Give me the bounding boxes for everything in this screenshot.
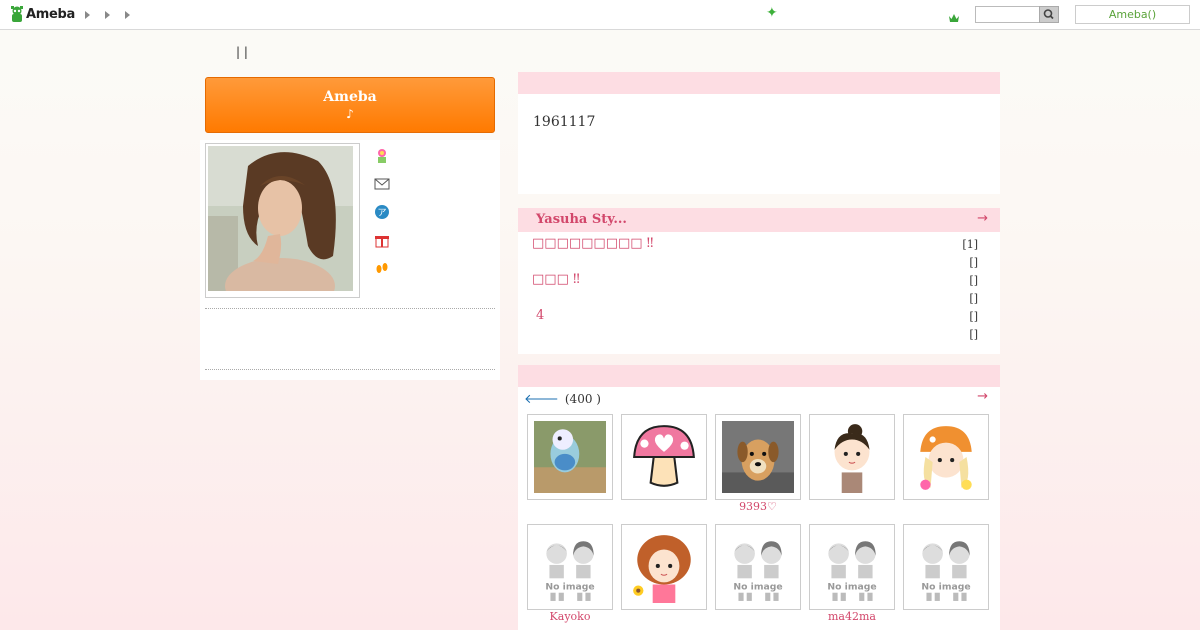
- blog-entry-link[interactable]: □□□□□□□□□ ‼: [532, 236, 654, 272]
- search-button[interactable]: [1039, 6, 1059, 23]
- comment-count[interactable]: []: [962, 310, 978, 328]
- sparkle-icon[interactable]: ✦: [766, 5, 778, 21]
- friend-thumbnail[interactable]: No image: [527, 524, 613, 610]
- menu-arrow-icon[interactable]: [125, 11, 130, 19]
- svg-text:No image: No image: [545, 582, 594, 593]
- menu-arrow-icon[interactable]: [105, 11, 110, 19]
- gift-icon[interactable]: [374, 232, 390, 248]
- blog-box: Yasuha Sty... → □□□□□□□□□ ‼ □□□ ‼ 4 [1] …: [518, 208, 1000, 354]
- friend-thumbnail[interactable]: [903, 414, 989, 500]
- profile-action-icons: ア: [374, 148, 390, 288]
- back-arrow-icon[interactable]: 🡐: [524, 391, 559, 407]
- blog-comment-counts: [1] [] [] [] [] []: [962, 238, 978, 346]
- comment-count[interactable]: []: [962, 256, 978, 274]
- friends-header: [518, 365, 1000, 387]
- comment-count[interactable]: []: [962, 292, 978, 310]
- svg-text:No image: No image: [921, 582, 970, 593]
- blog-more-link[interactable]: →: [977, 211, 988, 226]
- blog-header: Yasuha Sty... →: [518, 208, 1000, 232]
- friend-name[interactable]: 9393♡: [715, 500, 801, 513]
- friend-thumbnail[interactable]: [621, 524, 707, 610]
- comment-count[interactable]: []: [962, 274, 978, 292]
- friend-thumbnail[interactable]: No image: [809, 524, 895, 610]
- pigg-icon[interactable]: ア: [374, 204, 390, 220]
- global-header: Ameba ✦ Ameba(): [0, 0, 1200, 30]
- friend-thumbnail[interactable]: No image: [903, 524, 989, 610]
- friend-thumbnail[interactable]: No image: [715, 524, 801, 610]
- friend-thumbnail[interactable]: [809, 414, 895, 500]
- search-input[interactable]: [975, 6, 1040, 23]
- friend-thumbnail[interactable]: [621, 414, 707, 500]
- intro-text: 1961117: [533, 114, 596, 130]
- friends-more-link[interactable]: →: [977, 389, 988, 404]
- friend-thumbnail[interactable]: [715, 414, 801, 500]
- friend-name[interactable]: Kayoko: [527, 610, 613, 623]
- footprint-icon[interactable]: [374, 260, 390, 276]
- mail-icon[interactable]: [374, 176, 390, 192]
- join-button-title: Ameba: [323, 89, 377, 105]
- intro-box: 1961117: [518, 72, 1000, 194]
- ameba-join-button[interactable]: Ameba ♪: [205, 77, 495, 133]
- friend-name[interactable]: ma42ma: [809, 610, 895, 623]
- divider: [205, 308, 495, 309]
- ameba-logo[interactable]: Ameba: [10, 6, 75, 23]
- intro-header: [518, 72, 1000, 94]
- svg-text:No image: No image: [827, 582, 876, 593]
- friend-thumbnail[interactable]: [527, 414, 613, 500]
- svg-text:No image: No image: [733, 582, 782, 593]
- comment-count[interactable]: []: [962, 328, 978, 346]
- logo-text: Ameba: [26, 7, 76, 22]
- comment-count[interactable]: [1]: [962, 238, 978, 256]
- blog-entry-link[interactable]: 4: [532, 308, 654, 344]
- join-button-subtitle: ♪: [346, 107, 354, 121]
- friends-count: (400 ): [564, 392, 601, 406]
- profile-photo[interactable]: [205, 143, 360, 298]
- divider: [205, 369, 495, 370]
- blog-entry-list: □□□□□□□□□ ‼ □□□ ‼ 4: [532, 236, 654, 344]
- ameba-account-button[interactable]: Ameba(): [1075, 5, 1190, 24]
- friends-count-row: 🡐 (400 ): [524, 391, 601, 407]
- blog-title[interactable]: Yasuha Sty...: [536, 212, 627, 227]
- menu-arrow-icon[interactable]: [85, 11, 90, 19]
- flower-icon[interactable]: [374, 148, 390, 164]
- crown-icon[interactable]: [948, 8, 960, 27]
- breadcrumb[interactable]: | |: [236, 45, 248, 59]
- ameba-mascot-icon: [10, 6, 24, 23]
- blog-entry-link[interactable]: □□□ ‼: [532, 272, 654, 308]
- svg-text:ア: ア: [377, 209, 386, 219]
